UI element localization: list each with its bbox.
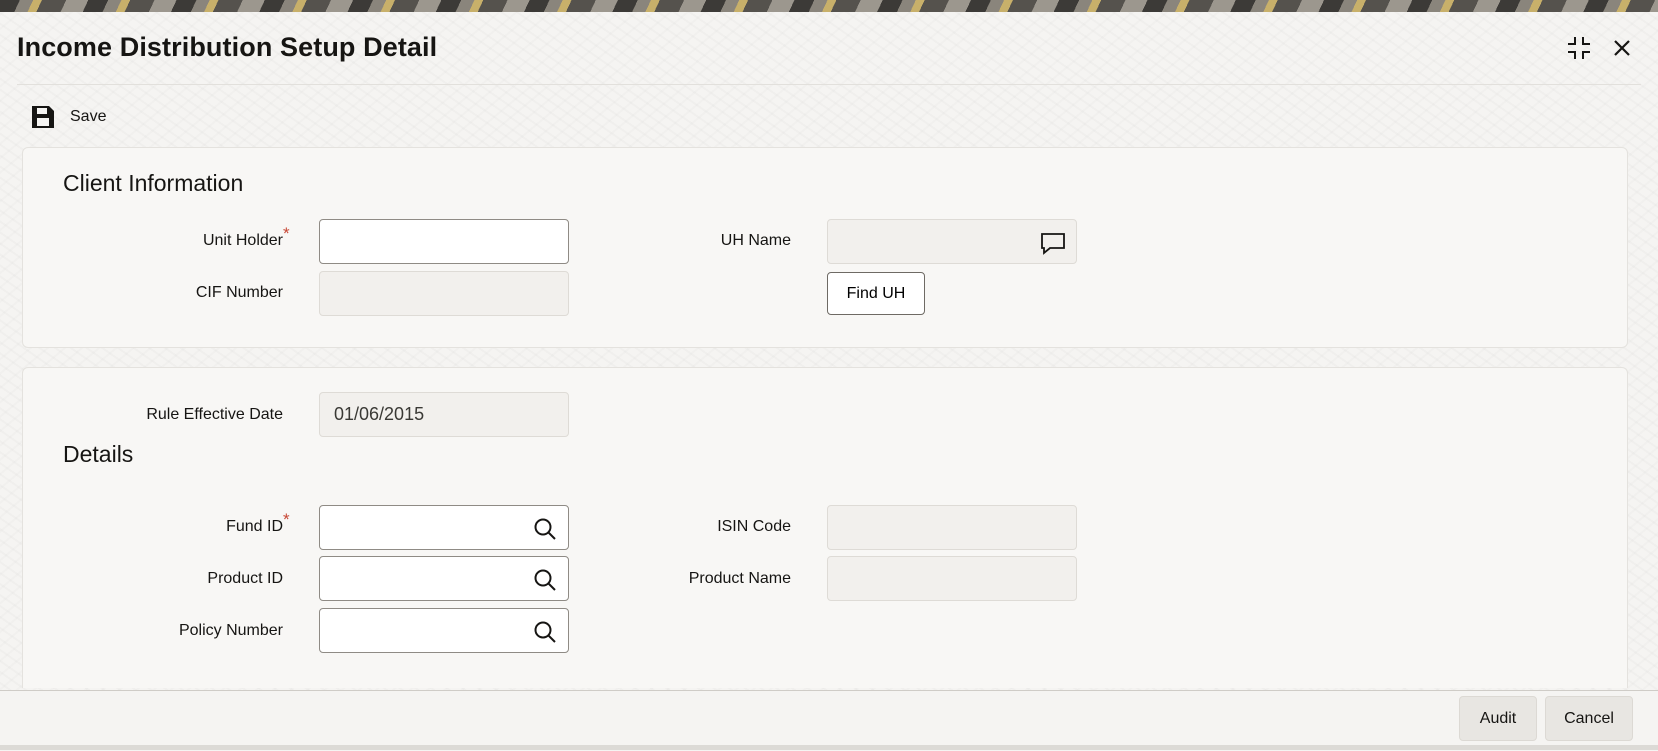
- close-icon: [1614, 40, 1630, 56]
- policy-number-input[interactable]: [319, 608, 569, 653]
- header-divider: [17, 84, 1641, 85]
- audit-button[interactable]: Audit: [1459, 696, 1537, 741]
- fund-id-label: Fund ID: [226, 518, 283, 535]
- search-icon: [534, 621, 556, 643]
- unit-holder-required-marker: *: [283, 224, 290, 243]
- client-information-panel: Client Information Unit Holder * CIF Num…: [22, 147, 1628, 348]
- isin-code-label: ISIN Code: [717, 518, 791, 535]
- save-disk-icon: [32, 106, 54, 128]
- client-information-heading: Client Information: [63, 170, 244, 196]
- cancel-button[interactable]: Cancel: [1545, 696, 1633, 741]
- maximize-icon: [1568, 37, 1590, 59]
- isin-code-field: [827, 505, 1077, 550]
- unit-holder-label: Unit Holder: [202, 232, 283, 249]
- maximize-button[interactable]: [1564, 33, 1594, 63]
- find-uh-button[interactable]: Find UH: [827, 272, 925, 315]
- policy-number-search-button[interactable]: [532, 619, 558, 645]
- comment-button[interactable]: [1040, 230, 1066, 256]
- bottom-edge: [0, 745, 1658, 750]
- uh-name-label: UH Name: [720, 232, 791, 249]
- rule-effective-date-label: Rule Effective Date: [146, 406, 283, 423]
- comment-icon: [1041, 233, 1065, 255]
- cif-number-field: [319, 271, 569, 316]
- rule-effective-date-value: 01/06/2015: [334, 404, 425, 424]
- save-button[interactable]: Save: [30, 102, 106, 132]
- page-title: Income Distribution Setup Detail: [17, 32, 438, 62]
- fund-id-required-marker: *: [283, 510, 290, 529]
- close-button[interactable]: [1607, 33, 1637, 63]
- details-heading: Details: [63, 441, 134, 467]
- top-banner-strip: [0, 0, 1658, 12]
- policy-number-label: Policy Number: [178, 622, 283, 639]
- cif-number-label: CIF Number: [195, 284, 283, 301]
- save-label: Save: [70, 108, 107, 125]
- uh-name-field: [827, 219, 1077, 264]
- rule-effective-date-field: 01/06/2015: [319, 392, 569, 437]
- details-panel: Rule Effective Date 01/06/2015 Details F…: [22, 367, 1628, 688]
- product-name-label: Product Name: [688, 570, 791, 587]
- product-id-label: Product ID: [207, 570, 283, 587]
- product-name-field: [827, 556, 1077, 601]
- footer-bar: Audit Cancel: [0, 690, 1658, 751]
